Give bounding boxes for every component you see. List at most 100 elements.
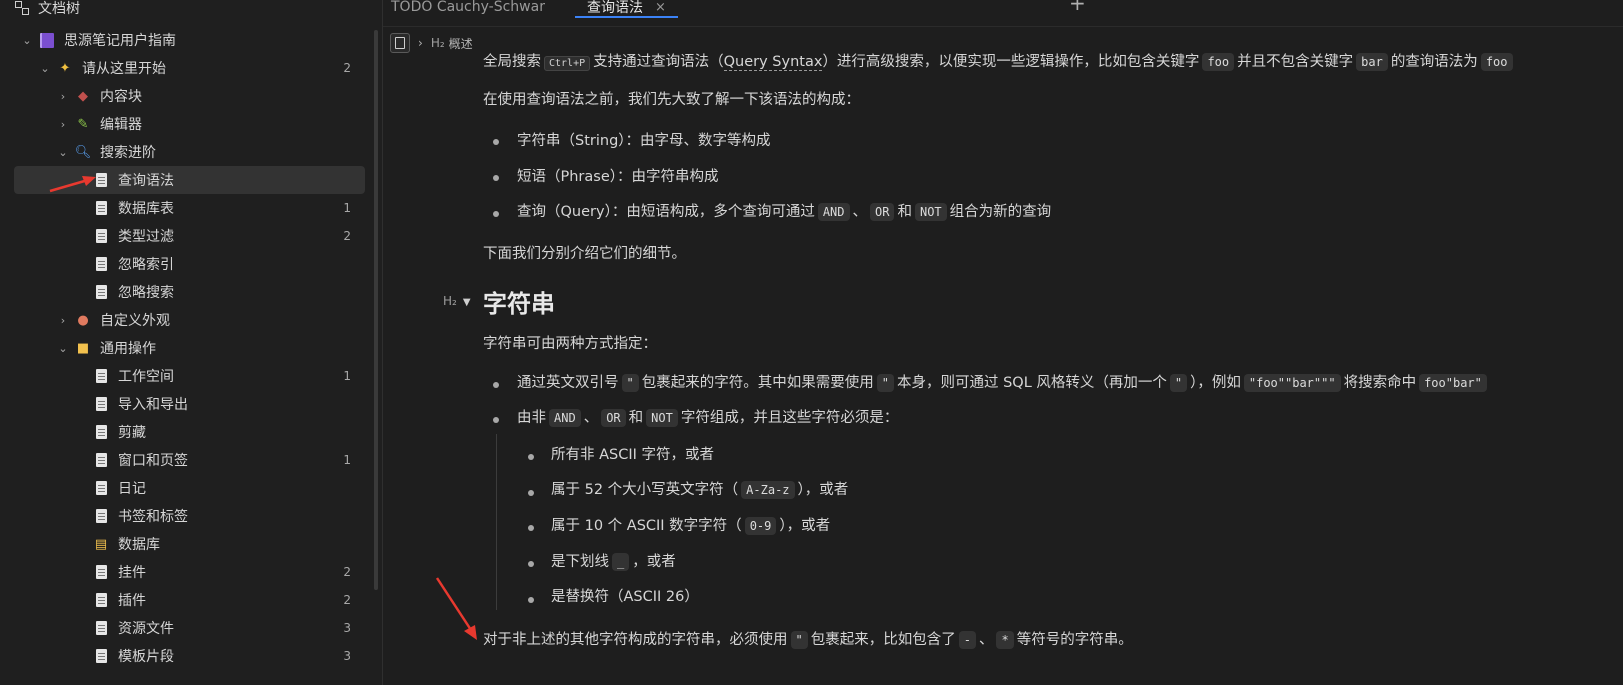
tree-item-windows-tabs[interactable]: 窗口和页签 1: [14, 446, 365, 474]
tab-todo-cauchy[interactable]: TODO Cauchy-Schwar: [391, 0, 545, 22]
tree-item-label: 数据库: [118, 537, 160, 553]
tree-item-count: 1: [343, 369, 351, 383]
list-item: 查询（Query）：由短语构成，多个查询可通过 AND、 OR 和 NOT 组合为新的查询: [517, 203, 1052, 221]
search-icon: 🔍︎: [74, 144, 92, 160]
inline-code: ": [790, 631, 808, 649]
paragraph: 在使用查询语法之前，我们先大致了解一下该语法的构成：: [483, 92, 860, 108]
tree-item-widgets[interactable]: 挂件 2: [14, 558, 365, 586]
doc-icon: [92, 395, 110, 413]
inline-code: OR: [601, 409, 626, 427]
inline-code: "foo""bar""": [1243, 374, 1341, 392]
chevron-down-icon[interactable]: ⌄: [20, 34, 34, 47]
tree-item-label: 忽略搜索: [118, 285, 174, 301]
tree-item-workspace[interactable]: 工作空间 1: [14, 362, 365, 390]
tree-item-label: 编辑器: [100, 117, 142, 133]
chevron-down-icon[interactable]: ⌄: [38, 62, 52, 75]
chevron-right-icon[interactable]: ›: [56, 314, 70, 327]
tree-item-ignore-search[interactable]: 忽略搜索: [14, 278, 365, 306]
tree-item-advanced-search[interactable]: ⌄ 🔍︎ 搜索进阶: [14, 138, 365, 166]
inline-code: bar: [1356, 53, 1388, 71]
close-icon[interactable]: ×: [655, 0, 666, 15]
inline-code: ": [1169, 374, 1188, 392]
editor-icon: ✎: [77, 116, 89, 132]
doc-icon: [92, 451, 110, 469]
tree-item-label: 忽略索引: [118, 257, 174, 273]
tree-item-count: 1: [343, 453, 351, 467]
doc-icon: [92, 367, 110, 385]
tree-item-custom-appearance[interactable]: › ● 自定义外观: [14, 306, 365, 334]
tree-item-database[interactable]: ▤ 数据库: [14, 530, 365, 558]
list-item: 短语（Phrase）：由字符串构成: [517, 169, 719, 185]
chevron-right-icon[interactable]: ›: [56, 90, 70, 103]
tree-item-label: 日记: [118, 481, 146, 497]
list-item: 字符串（String）：由字母、数字等构成: [517, 133, 771, 149]
doc-icon: [92, 227, 110, 245]
tree-item-label: 思源笔记用户指南: [64, 33, 176, 49]
list-item: 属于 52 个大小写英文字符（ A-Za-z ），或者: [551, 481, 849, 499]
active-tab-indicator: [575, 16, 678, 18]
chevron-down-icon[interactable]: ⌄: [56, 146, 70, 159]
bullet-icon: [528, 525, 534, 531]
tree-item-label: 类型过滤: [118, 229, 174, 245]
tree-item-label: 自定义外观: [100, 313, 170, 329]
tree-item-label: 查询语法: [118, 173, 174, 189]
tree-item-label: 导入和导出: [118, 397, 188, 413]
inline-code: foo"bar": [1419, 374, 1487, 392]
inline-code: AND: [817, 203, 850, 221]
doc-icon: [92, 591, 110, 609]
chevron-right-icon[interactable]: ›: [56, 118, 70, 131]
tree-item-count: 1: [343, 201, 351, 215]
doc-tree-title: 文档树: [38, 1, 80, 17]
tree-item-label: 内容块: [100, 89, 142, 105]
tree-item-general-ops[interactable]: ⌄ ■ 通用操作: [14, 334, 365, 362]
inline-code: NOT: [914, 203, 947, 221]
heading-marker[interactable]: H₂ ▼: [443, 294, 471, 308]
palette-icon: ●: [77, 312, 89, 328]
party-icon: ✦: [59, 60, 71, 76]
tree-item-import-export[interactable]: 导入和导出: [14, 390, 365, 418]
tree-item-templates[interactable]: 模板片段 3: [14, 642, 365, 670]
tree-item-type-filter[interactable]: 类型过滤 2: [14, 222, 365, 250]
chevron-down-icon[interactable]: ⌄: [56, 342, 70, 355]
doc-tree-header: 文档树: [0, 0, 382, 24]
bullet-icon: [528, 490, 534, 496]
database-icon: ▤: [94, 536, 108, 552]
inline-code: 0-9: [744, 517, 777, 535]
doc-icon: [92, 619, 110, 637]
bullet-icon: [493, 417, 499, 423]
doc-icon: [92, 563, 110, 581]
tree-item-label: 数据库表: [118, 201, 174, 217]
doc-icon: [92, 507, 110, 525]
tree-item-editor[interactable]: › ✎ 编辑器: [14, 110, 365, 138]
paragraph: 对于非上述的其他字符构成的字符串，必须使用 " 包裹起来，比如包含了 -、 * 等符号的字…: [483, 631, 1133, 649]
list-item: 所有非 ASCII 字符，或者: [551, 447, 715, 463]
inline-code: foo: [1480, 53, 1513, 71]
collapse-triangle-icon[interactable]: ▼: [463, 297, 471, 308]
add-tab-button[interactable]: +: [1069, 0, 1086, 15]
tree-item-diary[interactable]: 日记: [14, 474, 365, 502]
doc-icon: [92, 423, 110, 441]
tree-item-database-table[interactable]: 数据库表 1: [14, 194, 365, 222]
tree-item-notebook[interactable]: ⌄ 思源笔记用户指南: [14, 26, 365, 54]
tab-query-syntax[interactable]: 查询语法 ×: [575, 0, 678, 22]
tree-item-bookmarks-tags[interactable]: 书签和标签: [14, 502, 365, 530]
tree-item-assets[interactable]: 资源文件 3: [14, 614, 365, 642]
tree-item-start-here[interactable]: ⌄ ✦ 请从这里开始 2: [14, 54, 365, 82]
doc-icon: [92, 199, 110, 217]
inline-code: foo: [1202, 53, 1235, 71]
section-heading: 字符串: [483, 290, 555, 318]
tree-item-plugins[interactable]: 插件 2: [14, 586, 365, 614]
tree-item-clipping[interactable]: 剪藏: [14, 418, 365, 446]
paragraph: 下面我们分别介绍它们的细节。: [483, 246, 686, 262]
doc-icon: [92, 283, 110, 301]
list-item: 属于 10 个 ASCII 数字字符（ 0-9 ），或者: [551, 517, 831, 535]
sidebar-scrollbar[interactable]: [374, 30, 378, 590]
tree-item-query-syntax[interactable]: 查询语法: [14, 166, 365, 194]
tree-item-ignore-index[interactable]: 忽略索引: [14, 250, 365, 278]
editor-content[interactable]: 全局搜索 Ctrl+P 支持通过查询语法（Query Syntax）进行高级搜索，以…: [383, 26, 1623, 685]
bullet-icon: [493, 382, 499, 388]
doc-icon: [92, 255, 110, 273]
inline-code: OR: [870, 203, 895, 221]
tree-item-content-block[interactable]: › ◆ 内容块: [14, 82, 365, 110]
inline-code: AND: [549, 409, 581, 427]
